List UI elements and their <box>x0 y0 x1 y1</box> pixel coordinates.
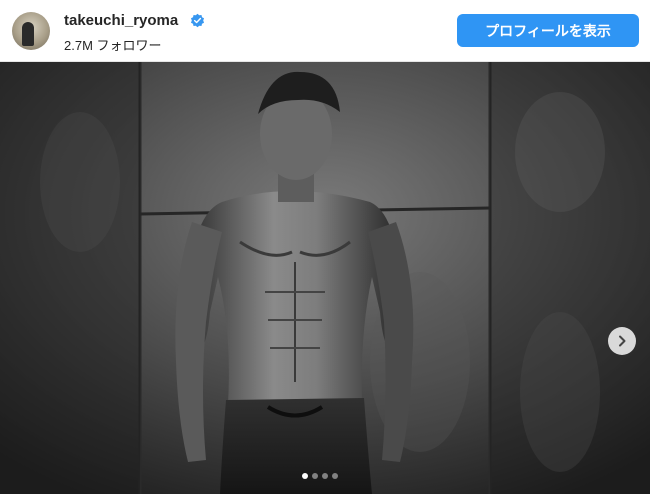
carousel-dot[interactable] <box>312 473 318 479</box>
profile-avatar[interactable] <box>12 12 50 50</box>
verified-badge-icon <box>190 13 205 28</box>
carousel-dot[interactable] <box>322 473 328 479</box>
avatar-figure <box>22 22 34 46</box>
carousel-dots <box>302 473 338 479</box>
carousel-dot[interactable] <box>332 473 338 479</box>
follower-count: 2.7M フォロワー <box>64 38 162 53</box>
post-photo[interactable] <box>0 62 650 494</box>
instagram-embed: takeuchi_ryoma 2.7M フォロワー プロフィールを表示 <box>0 0 650 494</box>
view-profile-button[interactable]: プロフィールを表示 <box>457 14 639 47</box>
photo-image <box>0 62 650 494</box>
carousel-dot[interactable] <box>302 473 308 479</box>
username[interactable]: takeuchi_ryoma <box>64 12 178 29</box>
carousel-next-button[interactable] <box>608 327 636 355</box>
chevron-right-icon <box>619 335 626 347</box>
post-header: takeuchi_ryoma 2.7M フォロワー プロフィールを表示 <box>0 0 650 62</box>
